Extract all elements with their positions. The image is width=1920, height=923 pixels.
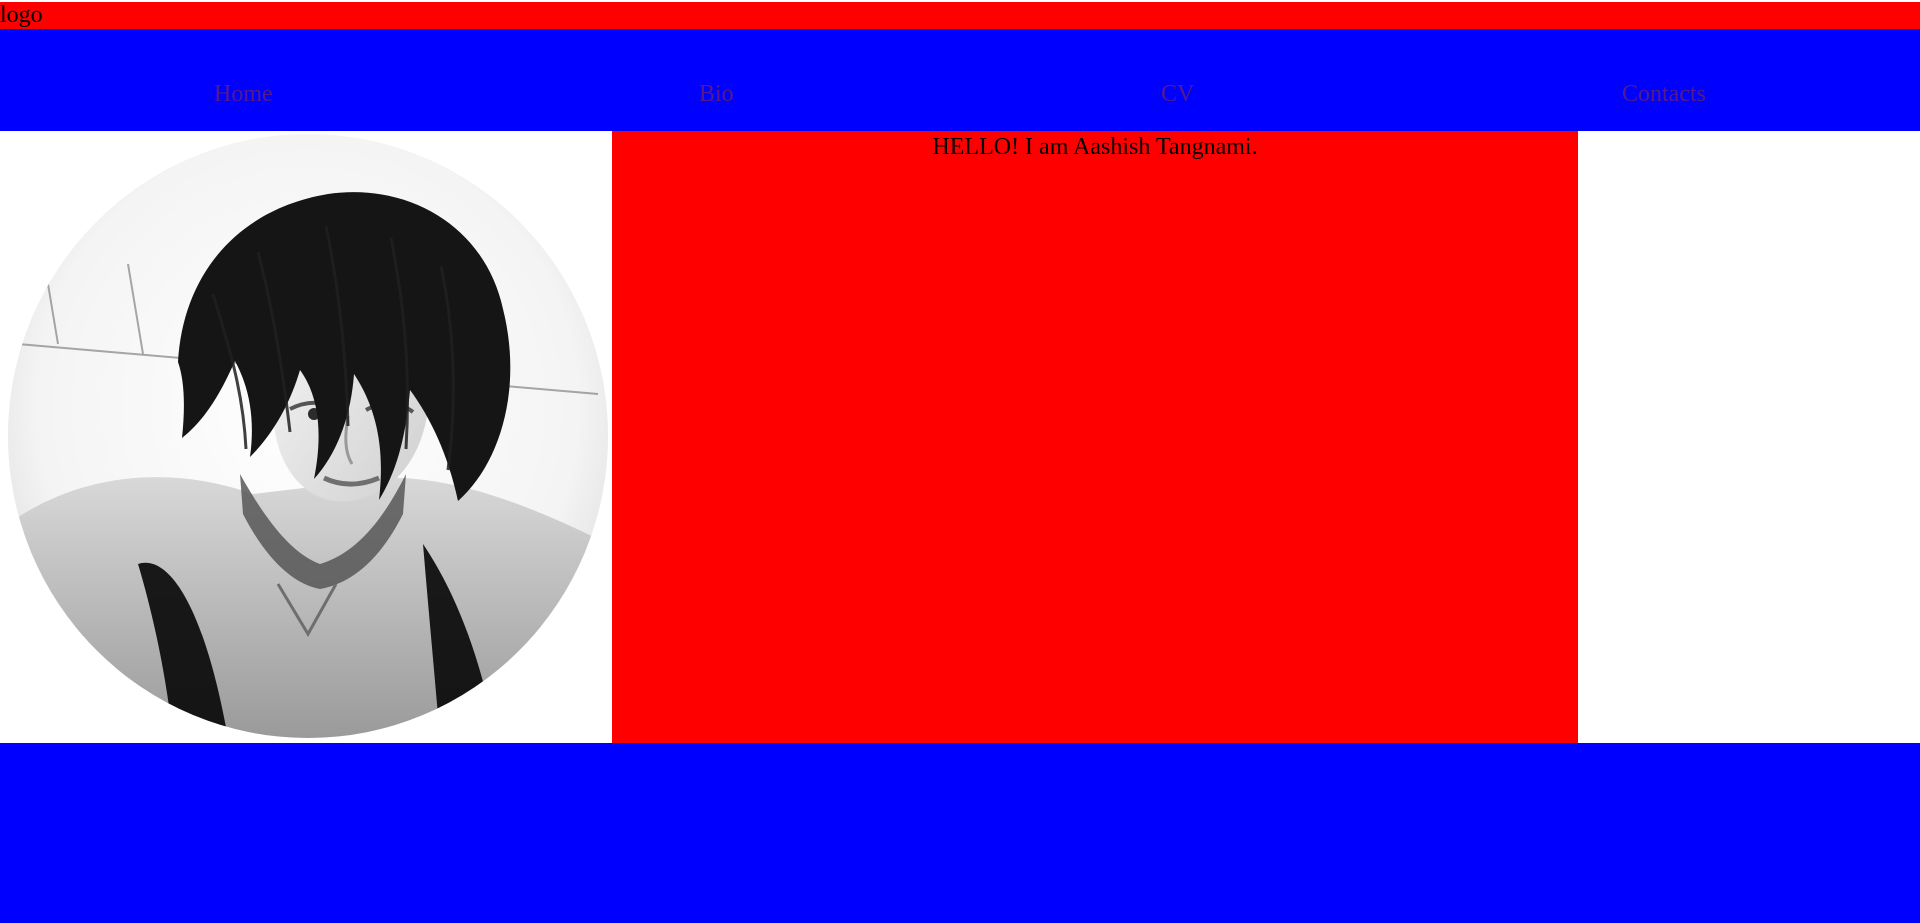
- intro-panel: HELLO! I am Aashish Tangnami.: [612, 131, 1578, 743]
- nav-link-contacts[interactable]: Contacts: [1622, 29, 1706, 131]
- top-bar: logo: [0, 2, 1920, 29]
- portrait-image: [8, 134, 608, 738]
- main-content: HELLO! I am Aashish Tangnami.: [0, 131, 1920, 743]
- nav-link-home[interactable]: Home: [214, 29, 273, 131]
- footer-bar: [0, 743, 1920, 923]
- nav-link-cv[interactable]: CV: [1161, 29, 1194, 131]
- profile-photo: [8, 134, 608, 738]
- logo-text: logo: [0, 2, 43, 28]
- intro-heading: HELLO! I am Aashish Tangnami.: [932, 134, 1258, 160]
- main-navigation: Home Bio CV Contacts: [0, 29, 1920, 131]
- nav-link-bio[interactable]: Bio: [699, 29, 734, 131]
